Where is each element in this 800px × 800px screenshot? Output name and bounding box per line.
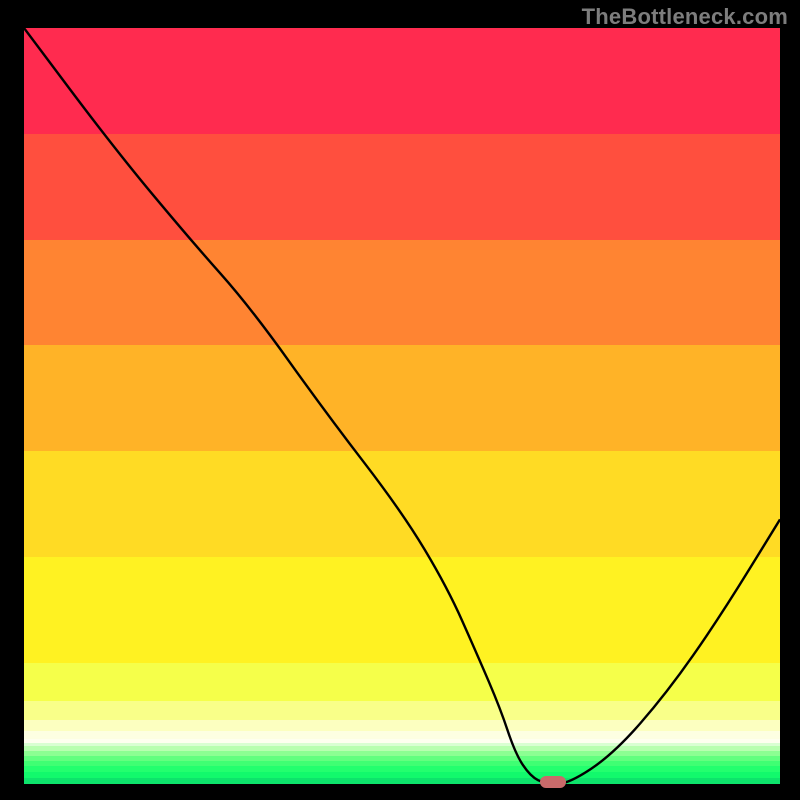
curve-path bbox=[24, 28, 780, 784]
plot-area bbox=[24, 28, 780, 784]
watermark-text: TheBottleneck.com bbox=[582, 4, 788, 30]
chart-frame: TheBottleneck.com bbox=[0, 0, 800, 800]
bottleneck-curve bbox=[24, 28, 780, 784]
optimal-marker bbox=[540, 776, 566, 788]
